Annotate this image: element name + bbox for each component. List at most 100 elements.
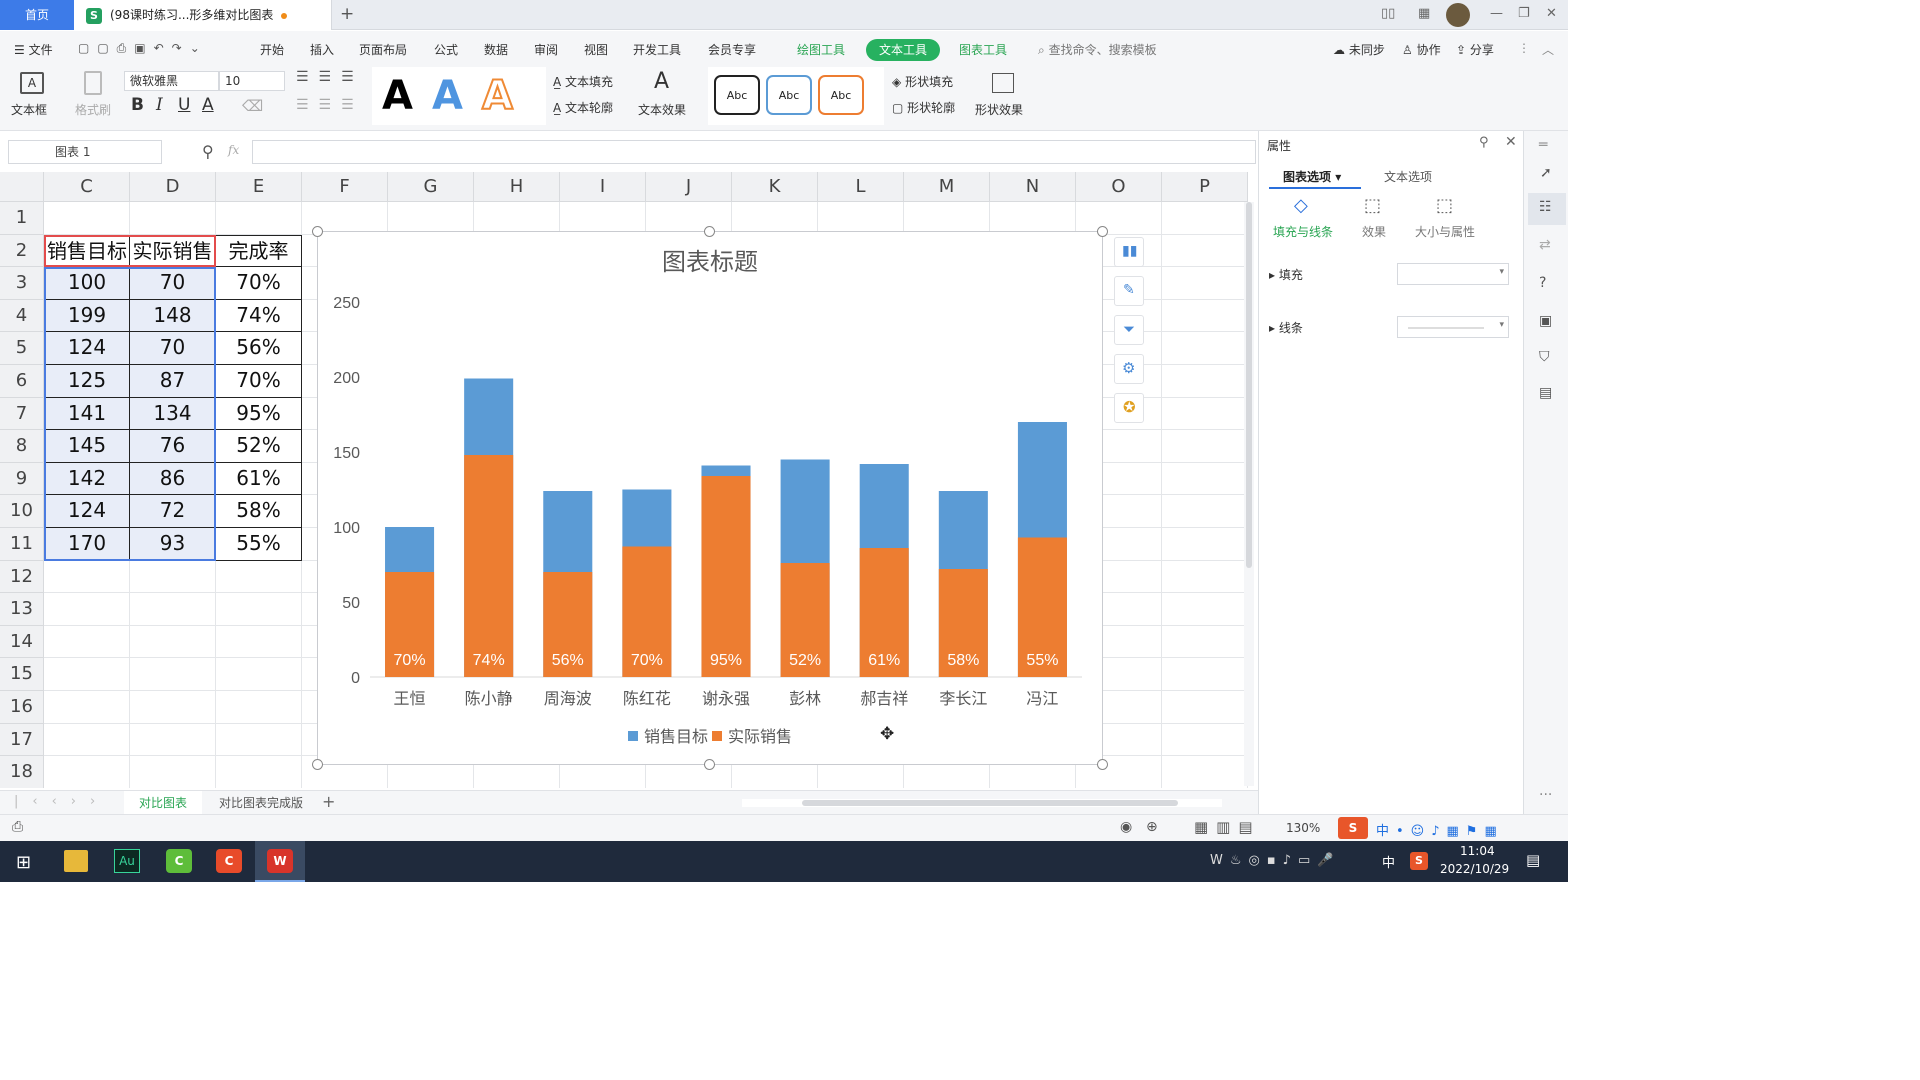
select-cursor-icon[interactable]: ➚ [1540, 165, 1552, 181]
sogou-tray-icon[interactable]: S [1410, 852, 1428, 870]
clock-time[interactable]: 11:04 [1460, 844, 1495, 858]
shape-style-orange[interactable]: Abc [818, 75, 864, 115]
taskbar-ime[interactable]: 中 [1382, 852, 1395, 871]
row-header-1[interactable]: 1 [0, 202, 44, 235]
line-select[interactable]: ▾ [1397, 316, 1509, 338]
text-outline-button[interactable]: A̲ 文本轮廓 [553, 99, 613, 116]
resize-handle-tr[interactable] [1097, 226, 1108, 237]
subtab-fill-line[interactable]: 填充与线条 [1273, 223, 1333, 240]
data-cell[interactable]: 55% [216, 528, 302, 561]
data-cell[interactable]: 95% [216, 397, 302, 431]
apps-grid-icon[interactable]: ▦ [1418, 6, 1430, 21]
row-header-13[interactable]: 13 [0, 593, 44, 626]
column-header-o[interactable]: O [1076, 172, 1162, 202]
more-icon[interactable]: ⋮ [1518, 41, 1530, 55]
data-cell[interactable]: 52% [216, 430, 302, 463]
row-header-7[interactable]: 7 [0, 397, 44, 431]
subtab-size[interactable]: 大小与属性 [1415, 223, 1475, 240]
vertical-scrollbar[interactable] [1244, 202, 1254, 786]
shape-outline-button[interactable]: ▢ 形状轮廓 [892, 99, 955, 116]
column-header-c[interactable]: C [44, 172, 130, 202]
clock-date[interactable]: 2022/10/29 [1440, 862, 1509, 876]
collab-button[interactable]: ♙ 协作 [1402, 41, 1441, 58]
size-icon[interactable]: ⬚ [1436, 195, 1453, 216]
menu-review[interactable]: 审阅 [534, 41, 558, 58]
ime-toolbar[interactable]: 中•☺♪▦⚑▦ [1376, 820, 1504, 839]
file-explorer-icon[interactable] [64, 850, 88, 872]
row-header-12[interactable]: 12 [0, 560, 44, 594]
menu-text-tools[interactable]: 文本工具 [866, 39, 941, 61]
tab-text-options[interactable]: 文本选项 [1384, 168, 1432, 185]
zoom-formula-icon[interactable]: ⚲ [202, 142, 214, 161]
data-cell[interactable]: 70% [216, 267, 302, 300]
fill-select[interactable]: ▾ [1397, 263, 1509, 285]
close-window-icon[interactable]: ✕ [1546, 6, 1557, 21]
subtab-effect[interactable]: 效果 [1362, 223, 1386, 240]
zoom-level[interactable]: 130% [1286, 821, 1320, 835]
macro-icon[interactable]: ⎙ [12, 819, 23, 835]
data-cell[interactable]: 74% [216, 299, 302, 333]
resize-handle-tl[interactable] [312, 226, 323, 237]
column-header-g[interactable]: G [388, 172, 474, 202]
properties-toggle[interactable]: ☷ [1528, 193, 1566, 225]
resize-handle-br[interactable] [1097, 759, 1108, 770]
command-search[interactable]: ⌕ 查找命令、搜索模板 [1038, 41, 1157, 58]
menu-lines-icon[interactable]: ═ [1539, 137, 1547, 153]
audition-icon[interactable]: Au [114, 849, 140, 873]
shape-effect-label[interactable]: 形状效果 [975, 101, 1023, 118]
panel-title[interactable]: 属性 [1267, 137, 1291, 154]
sync-status[interactable]: ☁ 未同步 [1333, 41, 1385, 58]
column-header-h[interactable]: H [474, 172, 560, 202]
format-painter-icon[interactable] [84, 71, 102, 95]
chart-title[interactable]: 图表标题 [662, 249, 758, 276]
camtasia-green-icon[interactable]: C [166, 849, 192, 873]
text-effect-label[interactable]: 文本效果 [638, 101, 686, 118]
row-header-6[interactable]: 6 [0, 365, 44, 398]
tab-document[interactable]: S (98课时练习...形多维对比图表 [74, 0, 332, 30]
column-header-j[interactable]: J [646, 172, 732, 202]
sheet-tab-completed[interactable]: 对比图表完成版 [208, 791, 314, 815]
shield-icon[interactable]: ⛉ [1539, 349, 1550, 365]
resize-handle-bl[interactable] [312, 759, 323, 770]
vertical-scroll-thumb[interactable] [1246, 202, 1252, 568]
formula-input[interactable] [252, 140, 1256, 164]
header-cell[interactable]: 完成率 [216, 234, 302, 268]
chart-style-button[interactable]: ✎ [1114, 276, 1144, 306]
chart-object[interactable]: 图表标题 0 50 100 150 200 250 70% 王恒 74% 陈小静 56% 周海波 70% 陈… [317, 231, 1103, 765]
view-mode-icons[interactable]: ▦▥▤ [1194, 818, 1261, 836]
more-dots-icon[interactable]: ··· [1539, 787, 1552, 803]
book-icon[interactable]: ▤ [1539, 385, 1552, 401]
halign-icons[interactable]: ☰☰☰ [296, 97, 364, 113]
text-style-orange-outline[interactable]: A [481, 72, 514, 120]
data-cell[interactable]: 61% [216, 462, 302, 496]
text-style-black[interactable]: A [382, 73, 413, 119]
resize-handle-t[interactable] [704, 226, 715, 237]
image-tool-icon[interactable]: ▣ [1539, 313, 1552, 329]
column-header-m[interactable]: M [904, 172, 990, 202]
share-button[interactable]: ⇪ 分享 [1456, 41, 1494, 58]
row-header-3[interactable]: 3 [0, 267, 44, 300]
font-size-select[interactable]: 10 [219, 71, 285, 91]
chart-filter-button[interactable]: ⏷ [1114, 315, 1144, 345]
sheet-tab-active[interactable]: 对比图表 [124, 791, 202, 815]
column-header-f[interactable]: F [302, 172, 388, 202]
column-header-k[interactable]: K [732, 172, 818, 202]
data-cell[interactable]: 70% [216, 365, 302, 398]
text-effect-icon[interactable]: A [654, 69, 669, 94]
horizontal-scroll-thumb[interactable] [802, 800, 1178, 806]
line-section[interactable]: ▸ 线条 [1269, 319, 1303, 336]
menu-data[interactable]: 数据 [484, 41, 508, 58]
row-header-9[interactable]: 9 [0, 462, 44, 496]
column-header-p[interactable]: P [1162, 172, 1248, 202]
resize-handle-b[interactable] [704, 759, 715, 770]
minimize-icon[interactable]: — [1490, 6, 1503, 21]
row-header-11[interactable]: 11 [0, 528, 44, 561]
select-all-corner[interactable] [0, 172, 44, 202]
row-header-2[interactable]: 2 [0, 234, 44, 268]
shape-style-dark[interactable]: Abc [714, 75, 760, 115]
underline-button[interactable]: U [178, 95, 190, 115]
avatar[interactable] [1446, 3, 1470, 27]
quick-access-icons[interactable]: ▢▢⎙▣↶↷⌄ [78, 41, 208, 56]
format-painter-label[interactable]: 格式刷 [75, 101, 111, 118]
camtasia-red-icon[interactable]: C [216, 849, 242, 873]
